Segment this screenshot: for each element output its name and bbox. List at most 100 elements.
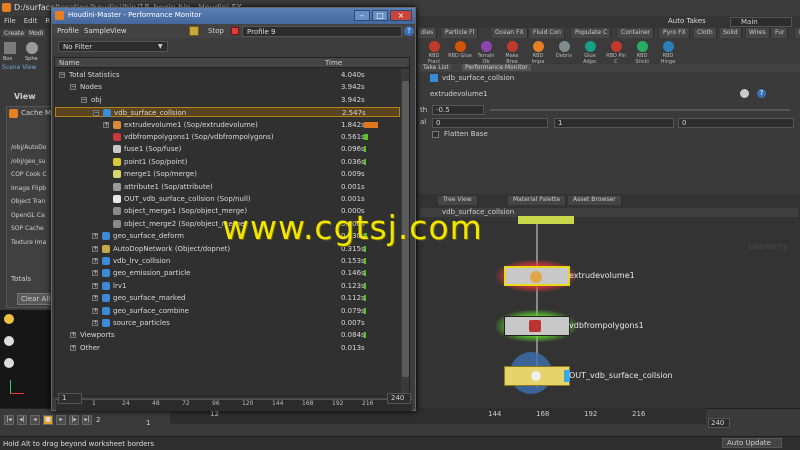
handle-tool-icon[interactable] xyxy=(4,336,14,346)
inset-y-field[interactable]: 1 xyxy=(554,118,674,128)
expand-icon[interactable]: + xyxy=(70,344,76,351)
shelf-tab[interactable]: Pyro FX xyxy=(660,28,690,38)
depth-slider[interactable] xyxy=(490,109,790,111)
shelf-tab[interactable]: Populate C xyxy=(572,28,612,38)
tree-row[interactable]: + geo_surface_marked 0.112s xyxy=(55,293,400,303)
shelf-tab[interactable]: Container xyxy=(618,28,655,38)
shelf-tool-button[interactable]: RBD Sticki xyxy=(630,40,654,65)
tree-row[interactable]: − vdb_surface_collsion 2.547s xyxy=(55,107,400,118)
inset-z-field[interactable]: 0 xyxy=(678,118,794,128)
profile-select[interactable]: Profile 9 xyxy=(242,26,402,37)
param-node-name[interactable]: extrudevolume1 xyxy=(430,90,488,98)
collapse-icon[interactable]: − xyxy=(93,110,99,117)
shelf-tab[interactable]: Fur xyxy=(772,28,789,38)
stop-button[interactable]: ■ xyxy=(43,415,53,425)
shelf-tab[interactable]: Cloth xyxy=(694,28,717,38)
jump-start-button[interactable]: |◂ xyxy=(4,415,14,425)
auto-takes-label[interactable]: Auto Takes xyxy=(662,17,724,27)
current-frame-field[interactable]: 2 xyxy=(96,416,100,424)
tree-row[interactable]: merge1 (Sop/merge) 0.009s xyxy=(55,169,400,179)
param-node-path[interactable]: vdb_surface_collsion xyxy=(442,74,514,82)
shelf-tool-button[interactable]: Debris xyxy=(552,40,576,64)
jump-end-button[interactable]: ▸| xyxy=(82,415,92,425)
step-forward-button[interactable]: |▸ xyxy=(69,415,79,425)
expand-icon[interactable]: + xyxy=(70,332,76,339)
desktop-select[interactable]: Main xyxy=(730,17,792,27)
perf-timeline[interactable]: 1 24 48 72 96 120 144 168 192 216 xyxy=(56,399,412,411)
tree-row[interactable]: + Viewports 0.084s xyxy=(55,330,400,340)
step-back-button[interactable]: ◂| xyxy=(17,415,27,425)
perf-range-start[interactable]: 1 xyxy=(58,393,82,404)
tree-row[interactable]: OUT_vdb_surface_collsion (Sop/null) 0.001… xyxy=(55,194,400,204)
tab-take-list[interactable]: Take List xyxy=(420,64,452,71)
scene-view-tab[interactable]: Scene View xyxy=(2,64,36,71)
expand-icon[interactable]: + xyxy=(92,270,98,277)
tree-row[interactable]: + Other 0.013s xyxy=(55,343,400,353)
view-tool-icon[interactable] xyxy=(4,358,14,368)
chevron-down-icon[interactable]: ▼ xyxy=(158,43,163,50)
shelf-tool-button[interactable]: Make Brea xyxy=(500,40,524,65)
shelf-tool-button[interactable]: Glue Adjac xyxy=(578,40,602,65)
shelf-tab[interactable]: Drive Sim xyxy=(796,28,800,38)
shelf-tab[interactable]: Particle Fl xyxy=(442,28,479,38)
box-tool-icon[interactable] xyxy=(4,42,16,54)
tree-row[interactable]: + lrv1 0.123s xyxy=(55,281,400,291)
shelf-tool-button[interactable]: RBD Impa xyxy=(526,40,550,65)
shelf-tab-create[interactable]: Create xyxy=(2,30,26,37)
clear-all-button[interactable]: Clear All xyxy=(17,293,55,305)
viewport-tool-icon[interactable] xyxy=(4,314,14,324)
tree-row[interactable]: + source_particles 0.007s xyxy=(55,318,400,328)
minimize-button[interactable]: – xyxy=(354,10,370,21)
tree-row[interactable]: − obj 3.942s xyxy=(55,95,400,105)
tree-row[interactable]: attribute1 (Sop/attribute) 0.001s xyxy=(55,182,400,192)
record-icon[interactable] xyxy=(231,27,239,35)
filter-select[interactable]: No Filter xyxy=(58,41,168,52)
column-name-header[interactable]: Name xyxy=(59,59,80,67)
shelf-tab[interactable]: Fluid Con xyxy=(530,28,565,38)
tree-row[interactable]: + geo_surface_combine 0.079s xyxy=(55,306,400,316)
scene-viewport[interactable] xyxy=(0,310,55,408)
play-reverse-button[interactable]: ◂ xyxy=(30,415,40,425)
node-extrudevolume1[interactable] xyxy=(504,266,570,286)
shelf-tab[interactable]: Wires xyxy=(746,28,770,38)
stop-recording-icon[interactable] xyxy=(189,26,199,36)
tree-row[interactable]: + extrudevolume1 (Sop/extrudevolume) 1.842… xyxy=(55,120,400,130)
tab-material-palette[interactable]: Material Palette xyxy=(508,196,567,205)
tree-row[interactable]: point1 (Sop/point) 0.036s xyxy=(55,157,400,167)
shelf-tool-button[interactable]: RBD Pin C xyxy=(604,40,628,65)
expand-icon[interactable]: + xyxy=(92,295,98,302)
tree-row[interactable]: − Total Statistics 4.040s xyxy=(55,70,400,80)
maximize-button[interactable]: □ xyxy=(372,10,388,21)
tab-asset-browser[interactable]: Asset Browser xyxy=(568,196,622,205)
auto-update-select[interactable]: Auto Update xyxy=(722,438,782,448)
expand-icon[interactable]: + xyxy=(92,233,98,240)
menu-file[interactable]: File xyxy=(0,16,20,28)
depth-field[interactable]: -0.5 xyxy=(432,105,484,115)
column-time-header[interactable]: Time xyxy=(325,59,342,67)
tree-row[interactable]: fuse1 (Sop/fuse) 0.096s xyxy=(55,144,400,154)
shelf-tab[interactable]: dies xyxy=(418,28,438,38)
input-node-stub[interactable] xyxy=(518,216,574,224)
shelf-tab[interactable]: Ocean FX xyxy=(492,28,528,38)
menu-view[interactable]: View xyxy=(110,27,127,35)
tree-row[interactable]: + vdb_lrv_collision 0.153s xyxy=(55,256,400,266)
node-vdbfrompolygons1[interactable] xyxy=(504,316,570,336)
perf-range-end[interactable]: 240 xyxy=(387,393,411,404)
tab-tree-view[interactable]: Tree View xyxy=(438,196,478,205)
menu-sample[interactable]: Sample xyxy=(84,27,110,35)
collapse-icon[interactable]: − xyxy=(81,96,87,103)
close-button[interactable]: × xyxy=(390,10,412,21)
help-icon[interactable]: ? xyxy=(757,89,766,98)
gear-icon[interactable] xyxy=(740,89,749,98)
shelf-tab-modify[interactable]: Modi xyxy=(27,30,46,37)
node-out-vdb-surface-collsion[interactable] xyxy=(504,366,570,386)
range-start-field[interactable]: 1 xyxy=(146,419,150,427)
shelf-tool-button[interactable]: RBD Fract xyxy=(422,40,446,65)
play-button[interactable]: ▸ xyxy=(56,415,66,425)
range-end-field[interactable]: 240 xyxy=(708,418,730,428)
menu-profile[interactable]: Profile xyxy=(57,27,79,35)
tree-row[interactable]: + geo_emission_particle 0.146s xyxy=(55,268,400,278)
flatten-base-checkbox[interactable] xyxy=(432,131,439,138)
tab-performance-monitor[interactable]: Performance Monitor xyxy=(462,64,531,71)
collapse-icon[interactable]: − xyxy=(70,84,76,91)
